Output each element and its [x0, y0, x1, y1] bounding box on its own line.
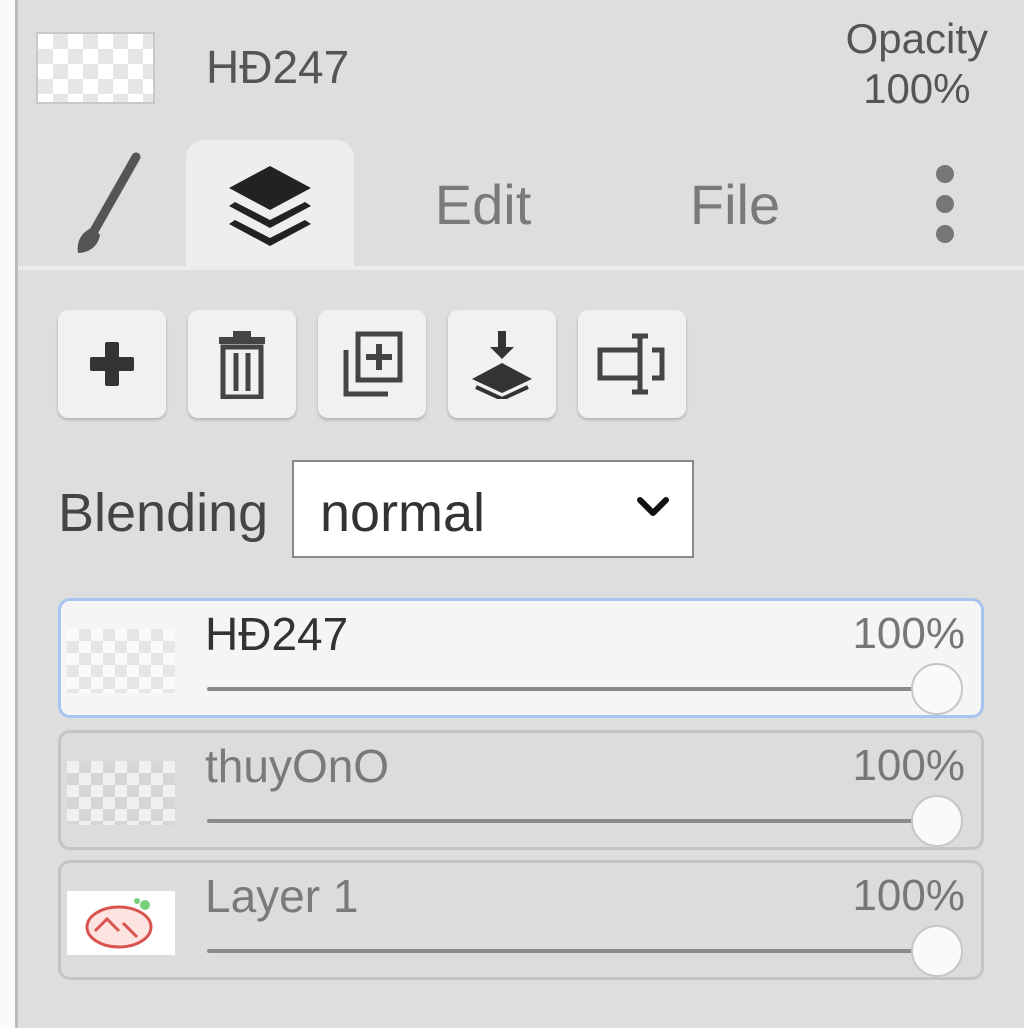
- layer-opacity-slider[interactable]: [207, 819, 941, 823]
- duplicate-icon: [343, 331, 403, 397]
- plus-icon: [90, 342, 134, 386]
- layers-icon: [229, 166, 311, 246]
- layer-opacity-value: 100%: [852, 871, 965, 920]
- layer-row[interactable]: Layer 1 100%: [58, 860, 984, 980]
- layer-name: thuyOnO: [205, 740, 390, 792]
- delete-layer-button[interactable]: [188, 310, 296, 418]
- layer-opacity-slider-handle[interactable]: [911, 925, 963, 977]
- layer-opacity-value: 100%: [852, 609, 965, 658]
- current-layer-name: HĐ247: [206, 41, 350, 93]
- layer-row[interactable]: thuyOnO 100%: [58, 730, 984, 850]
- merge-down-button[interactable]: [448, 310, 556, 418]
- layer-opacity-slider[interactable]: [207, 687, 941, 691]
- tab-file[interactable]: File: [650, 140, 820, 268]
- blending-label: Blending: [58, 483, 269, 543]
- canvas-edge: [0, 0, 18, 1028]
- trash-icon: [219, 331, 265, 399]
- add-layer-button[interactable]: [58, 310, 166, 418]
- layer-thumbnail: [67, 891, 175, 955]
- layer-opacity-slider[interactable]: [207, 949, 941, 953]
- rename-layer-button[interactable]: [578, 310, 686, 418]
- layer-row[interactable]: HĐ247 100%: [58, 598, 984, 718]
- layer-thumbnail: [67, 761, 175, 825]
- tab-layers[interactable]: [186, 140, 354, 268]
- opacity-label: Opacity: [845, 15, 988, 62]
- brush-icon: [77, 152, 141, 253]
- character-drawing-icon: [85, 898, 153, 949]
- tab-brush[interactable]: [38, 140, 178, 268]
- duplicate-layer-button[interactable]: [318, 310, 426, 418]
- layers-panel: HĐ247 Opacity 100% Edit File Blending no…: [18, 0, 1024, 1028]
- chevron-down-icon: [637, 497, 669, 516]
- rename-icon: [597, 333, 665, 395]
- merge-down-icon: [472, 331, 532, 399]
- blending-select[interactable]: normal: [292, 460, 694, 558]
- opacity-readout[interactable]: Opacity 100%: [846, 14, 988, 114]
- opacity-value: 100%: [863, 65, 971, 112]
- tab-more[interactable]: [900, 140, 990, 268]
- layer-opacity-slider-handle[interactable]: [911, 663, 963, 715]
- layer-opacity-slider-handle[interactable]: [911, 795, 963, 847]
- tab-edit[interactable]: Edit: [398, 140, 568, 268]
- layer-name: HĐ247: [205, 608, 349, 660]
- more-vertical-icon: [936, 165, 954, 243]
- layer-opacity-value: 100%: [852, 741, 965, 790]
- tab-bar: Edit File: [18, 140, 1024, 268]
- layers-content: Blending normal HĐ247 100% thuyOnO 100%: [18, 270, 1024, 1028]
- layer-thumbnail: [67, 629, 175, 693]
- layer-name: Layer 1: [205, 870, 359, 922]
- blending-value: normal: [320, 483, 486, 543]
- current-layer-thumbnail: [36, 32, 155, 104]
